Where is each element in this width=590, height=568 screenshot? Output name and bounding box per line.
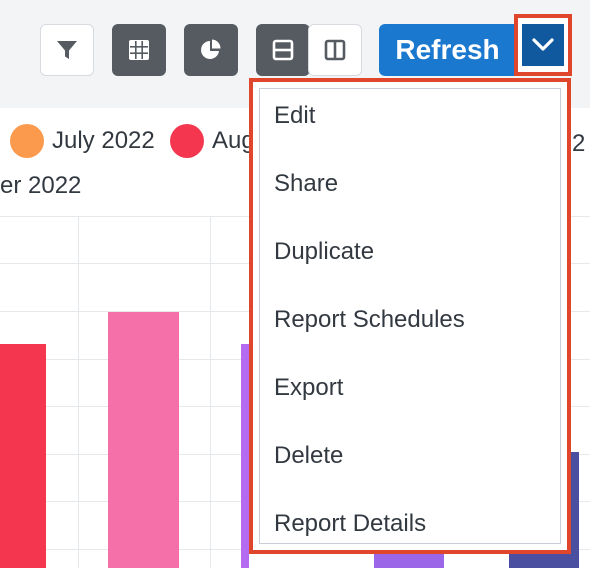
legend-dot-july (10, 124, 44, 158)
vertical-layout-button[interactable] (308, 24, 362, 76)
chart-bar-pink[interactable] (108, 312, 179, 568)
menu-item-edit[interactable]: Edit (274, 102, 315, 130)
legend-item-august[interactable]: Aug (170, 124, 255, 158)
chevron-down-icon (532, 38, 554, 51)
menu-item-delete[interactable]: Delete (274, 442, 343, 470)
menu-item-report-details[interactable]: Report Details (274, 510, 426, 538)
menu-item-duplicate[interactable]: Duplicate (274, 238, 374, 266)
actions-menu: Edit Share Duplicate Report Schedules Ex… (259, 88, 561, 544)
legend-label: er 2022 (0, 172, 82, 199)
legend-item-partial-second-row[interactable]: er 2022 (0, 172, 81, 200)
chart-bar-red[interactable] (0, 344, 46, 568)
legend-label: July 2022 (52, 127, 155, 154)
actions-menu-highlight: Edit Share Duplicate Report Schedules Ex… (249, 78, 571, 554)
grid-icon (129, 40, 149, 60)
columns-layout-icon (324, 39, 346, 61)
menu-item-share[interactable]: Share (274, 170, 338, 198)
horizontal-layout-button[interactable] (256, 24, 310, 76)
filter-button[interactable] (40, 24, 94, 76)
filter-icon (57, 41, 77, 59)
gridline (78, 216, 79, 568)
menu-item-report-schedules[interactable]: Report Schedules (274, 306, 465, 334)
legend-item-july[interactable]: July 2022 (10, 124, 155, 158)
legend-dot-august (170, 124, 204, 158)
legend-label: 2 (572, 130, 586, 157)
menu-item-export[interactable]: Export (274, 374, 343, 402)
chart-bar-purple[interactable] (241, 344, 249, 568)
actions-dropdown-button[interactable] (522, 24, 564, 66)
pie-chart-icon (201, 39, 221, 59)
gridline (210, 216, 211, 568)
table-view-button[interactable] (112, 24, 166, 76)
actions-dropdown-highlight (514, 14, 572, 76)
rows-layout-icon (272, 39, 294, 61)
legend-item-partial[interactable]: 2 (572, 130, 585, 158)
chart-view-button[interactable] (184, 24, 238, 76)
chart-bar-violet[interactable] (374, 552, 444, 568)
refresh-button[interactable]: Refresh (379, 24, 516, 76)
